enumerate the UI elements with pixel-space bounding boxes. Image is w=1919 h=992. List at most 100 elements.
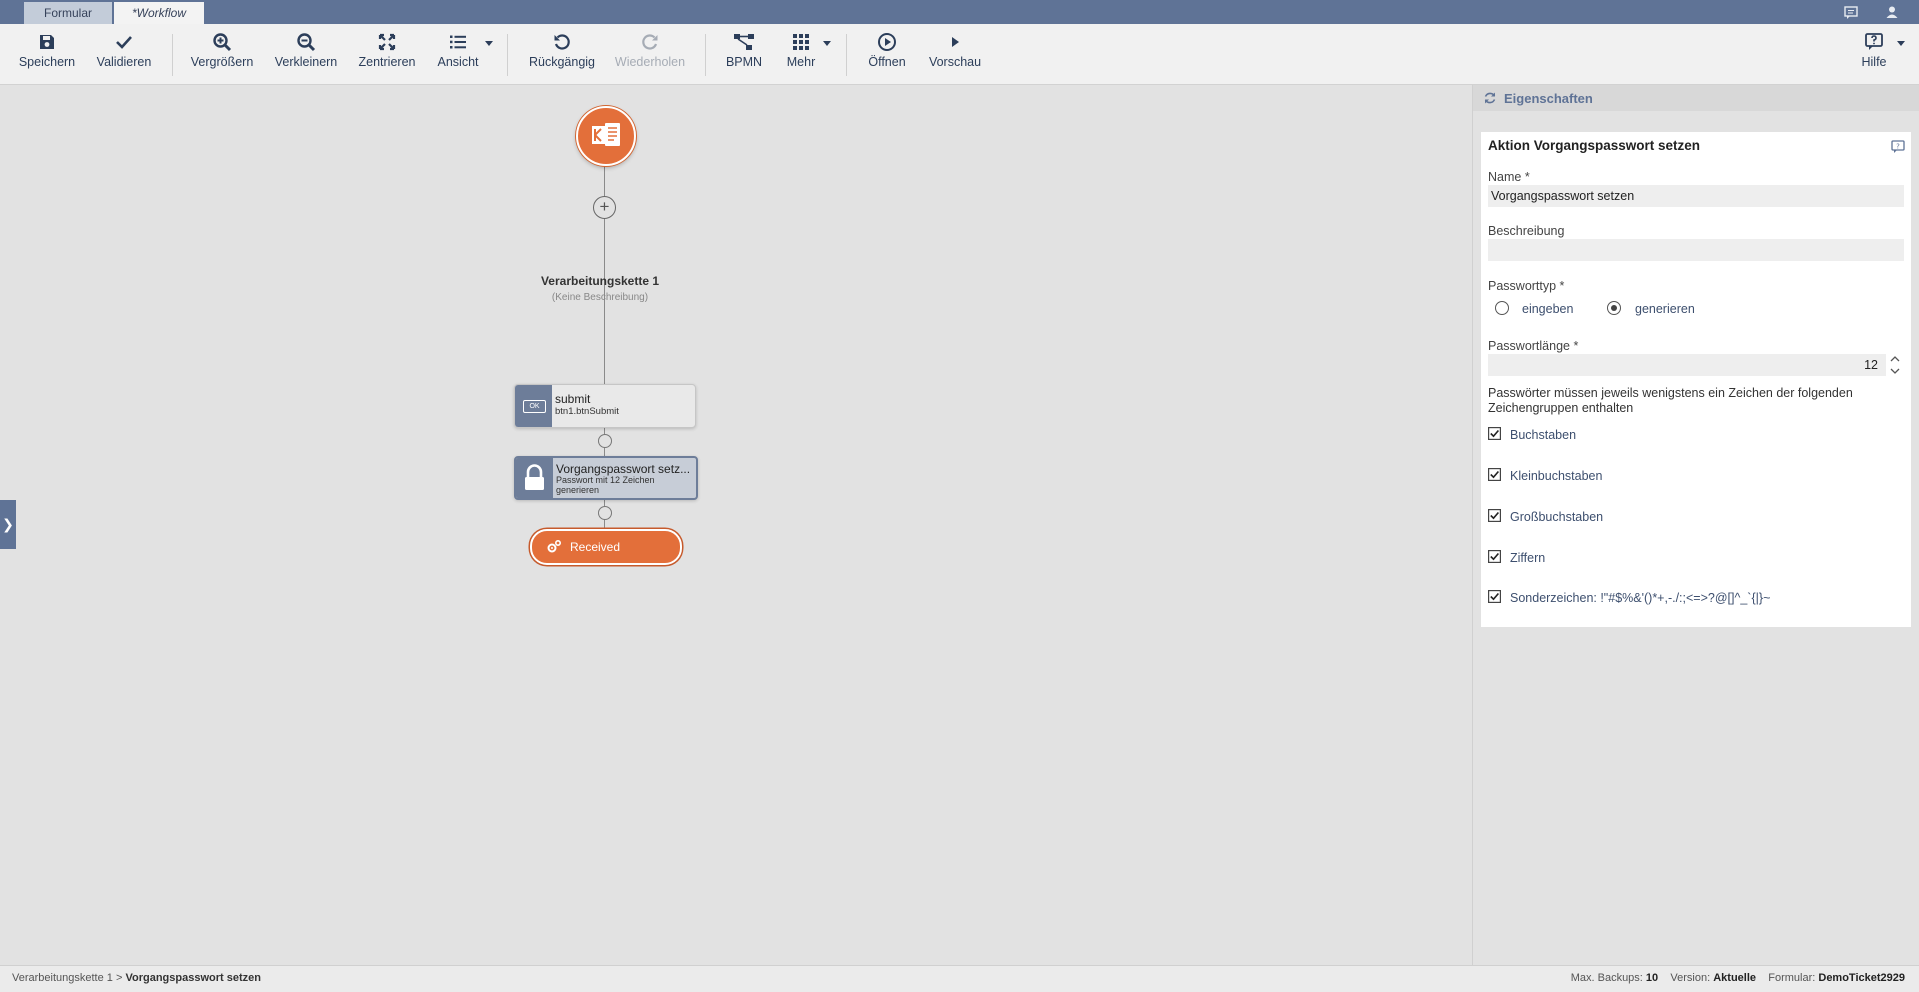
grid-icon <box>793 34 809 50</box>
backups-label: Max. Backups: <box>1570 972 1643 984</box>
form-label: Formular: <box>1768 972 1816 984</box>
length-stepper[interactable] <box>1887 354 1903 376</box>
more-button[interactable]: Mehr <box>785 32 817 69</box>
version-value: Aktuelle <box>1713 972 1757 984</box>
checkbox-digits[interactable] <box>1488 550 1501 563</box>
tab-bar: Formular *Workflow <box>0 0 1919 24</box>
checkbox-digits-label[interactable]: Ziffern <box>1510 551 1545 565</box>
bpmn-button[interactable]: BPMN <box>724 32 764 69</box>
node-subtitle: btn1.btnSubmit <box>555 406 619 417</box>
status-info: Max. Backups: 10 Version: Aktuelle Formu… <box>1571 972 1905 984</box>
validate-button[interactable]: Validieren <box>95 32 153 69</box>
stepper-arrows-icon <box>1890 356 1900 374</box>
zoom-in-button[interactable]: Vergrößern <box>190 32 254 69</box>
tab-workflow[interactable]: *Workflow <box>114 2 204 24</box>
version-label: Version: <box>1670 972 1711 984</box>
toolbar-separator <box>705 34 706 76</box>
chain-description: (Keine Beschreibung) <box>551 292 649 303</box>
checkbox-uppercase-label[interactable]: Großbuchstaben <box>1510 510 1603 524</box>
radio-enter-label[interactable]: eingeben <box>1522 302 1573 316</box>
view-dropdown-caret[interactable] <box>485 41 493 46</box>
checkbox-uppercase[interactable] <box>1488 509 1501 522</box>
center-button[interactable]: Zentrieren <box>357 32 417 69</box>
checkbox-special-label[interactable]: Sonderzeichen: !"#$%&'()*+,-./:;<=>?@[]^… <box>1510 591 1770 605</box>
panel-title: Eigenschaften <box>1504 91 1593 106</box>
name-input[interactable]: Vorgangspasswort setzen <box>1488 185 1904 207</box>
redo-icon <box>642 34 658 50</box>
form-start-icon <box>592 123 620 146</box>
checkbox-lowercase[interactable] <box>1488 468 1501 481</box>
checkbox-special[interactable] <box>1488 590 1501 603</box>
node-subtitle: Passwort mit 12 Zeichen generieren <box>556 475 655 495</box>
undo-icon <box>554 34 570 50</box>
status-bar: Verarbeitungskette 1 > Vorgangspasswort … <box>0 965 1919 992</box>
zoom-out-button[interactable]: Verkleinern <box>274 32 338 69</box>
tab-formular[interactable]: Formular <box>24 2 112 24</box>
card-title: Aktion Vorgangspasswort setzen <box>1488 138 1701 153</box>
password-length-input[interactable]: 12 <box>1488 354 1886 376</box>
node-title: Vorgangspasswort setz... <box>556 462 691 476</box>
save-icon <box>40 35 54 49</box>
chain-title[interactable]: Verarbeitungskette 1 <box>520 274 680 288</box>
check-icon <box>116 36 132 49</box>
list-icon <box>450 35 466 49</box>
connector-dot[interactable] <box>598 434 612 448</box>
toolbar-separator <box>172 34 173 76</box>
node-password[interactable]: Vorgangspasswort setz... Passwort mit 12… <box>514 456 698 500</box>
expand-icon <box>378 33 396 51</box>
more-dropdown-caret[interactable] <box>823 41 831 46</box>
description-input[interactable] <box>1488 239 1904 261</box>
help-dropdown-caret[interactable] <box>1897 41 1905 46</box>
svg-text:?: ? <box>1896 143 1900 151</box>
node-submit[interactable]: OK submit btn1.btnSubmit <box>514 384 696 428</box>
plus-icon: + <box>599 197 610 216</box>
radio-generate[interactable] <box>1607 301 1621 315</box>
button-icon: OK <box>515 385 552 427</box>
breadcrumb-parent[interactable]: Verarbeitungskette 1 <box>12 972 113 984</box>
save-button[interactable]: Speichern <box>18 32 76 69</box>
sidebar-toggle[interactable]: ❯ <box>0 500 16 549</box>
end-node[interactable]: Received <box>530 529 682 565</box>
zoom-out-icon <box>297 33 316 52</box>
breadcrumb-current: Vorgangspasswort setzen <box>125 972 261 984</box>
user-icon[interactable] <box>1884 4 1900 20</box>
checkbox-lowercase-label[interactable]: Kleinbuchstaben <box>1510 469 1602 483</box>
checkbox-letters-label[interactable]: Buchstaben <box>1510 428 1576 442</box>
undo-button[interactable]: Rückgängig <box>527 32 597 69</box>
view-button[interactable]: Ansicht <box>436 32 480 69</box>
end-node-label: Received <box>570 540 621 554</box>
password-type-label: Passworttyp * <box>1488 279 1565 293</box>
radio-generate-label[interactable]: generieren <box>1635 302 1695 316</box>
toolbar: Speichern Validieren Vergrößern Verklein… <box>0 24 1919 85</box>
radio-enter[interactable] <box>1495 301 1509 315</box>
chevron-right-icon: ❯ <box>2 516 14 532</box>
toolbar-separator <box>846 34 847 76</box>
charset-note: Passwörter müssen jeweils wenigstens ein… <box>1488 386 1853 415</box>
toolbar-separator <box>507 34 508 76</box>
help-comment-icon[interactable]: ? <box>1891 140 1905 154</box>
zoom-in-icon <box>213 33 232 52</box>
start-node[interactable] <box>576 106 636 166</box>
gears-icon <box>547 539 562 553</box>
help-button[interactable]: Hilfe <box>1859 32 1889 69</box>
chat-icon[interactable] <box>1843 4 1859 20</box>
open-button[interactable]: Öffnen <box>866 32 908 69</box>
add-step-button[interactable]: + <box>593 196 616 219</box>
description-label: Beschreibung <box>1488 224 1565 238</box>
flow-diagram-icon <box>734 34 754 50</box>
properties-card: Aktion Vorgangspasswort setzen ? Name * … <box>1481 132 1911 627</box>
form-value: DemoTicket2929 <box>1818 972 1905 984</box>
breadcrumb-separator: > <box>115 972 123 984</box>
name-label: Name * <box>1488 170 1530 184</box>
preview-button[interactable]: Vorschau <box>928 32 982 69</box>
panel-header: Eigenschaften <box>1473 85 1919 111</box>
play-circle-icon <box>878 33 896 51</box>
workflow-canvas[interactable] <box>0 85 1472 965</box>
help-icon <box>1865 33 1883 50</box>
checkbox-letters[interactable] <box>1488 427 1501 440</box>
play-icon <box>952 37 959 47</box>
redo-button[interactable]: Wiederholen <box>614 32 686 69</box>
lock-icon <box>516 458 553 498</box>
refresh-icon[interactable] <box>1483 91 1497 105</box>
connector-dot[interactable] <box>598 506 612 520</box>
